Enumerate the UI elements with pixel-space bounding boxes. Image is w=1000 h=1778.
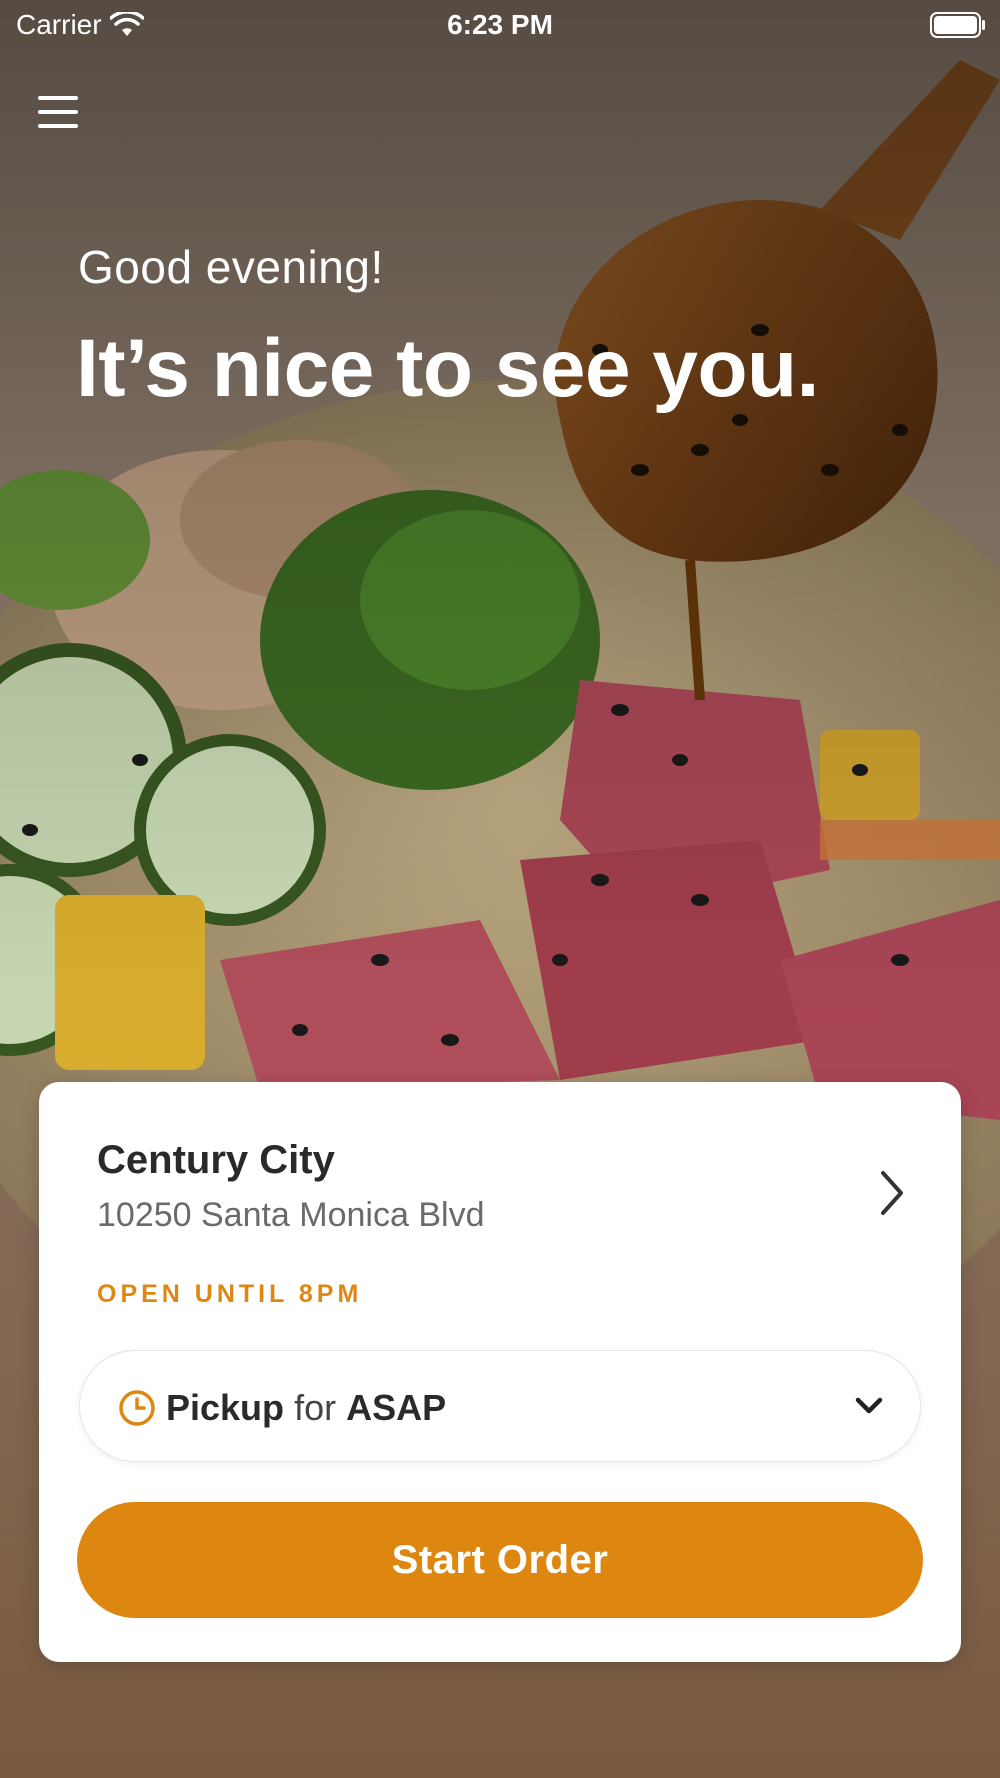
- location-address: 10250 Santa Monica Blvd: [97, 1196, 485, 1234]
- pickup-time-select[interactable]: Pickup for ASAP: [79, 1350, 921, 1462]
- menu-line: [38, 124, 78, 128]
- menu-line: [38, 96, 78, 100]
- location-name: Century City: [97, 1138, 335, 1182]
- menu-line: [38, 110, 78, 114]
- clock-icon: [119, 1390, 155, 1426]
- hours-status: OPEN UNTIL 8PM: [97, 1280, 363, 1308]
- status-time: 6:23 PM: [447, 9, 553, 40]
- headline-text: It’s nice to see you.: [76, 323, 819, 414]
- location-selector[interactable]: Century City 10250 Santa Monica Blvd: [97, 1138, 907, 1248]
- pickup-mode: Pickup: [166, 1387, 285, 1428]
- pickup-summary: Pickup for ASAP: [166, 1387, 446, 1429]
- battery-icon: [930, 12, 985, 38]
- pickup-time: ASAP: [346, 1387, 447, 1428]
- hamburger-menu-icon[interactable]: [38, 94, 78, 130]
- pickup-connector: for: [294, 1387, 337, 1428]
- chevron-right-icon[interactable]: [877, 1168, 907, 1218]
- start-order-button[interactable]: Start Order: [77, 1502, 923, 1618]
- chevron-down-icon: [855, 1397, 883, 1414]
- location-card: Century City 10250 Santa Monica Blvd OPE…: [39, 1082, 961, 1662]
- status-bar: Carrier 6:23 PM: [0, 0, 1000, 52]
- greeting-text: Good evening!: [78, 241, 384, 293]
